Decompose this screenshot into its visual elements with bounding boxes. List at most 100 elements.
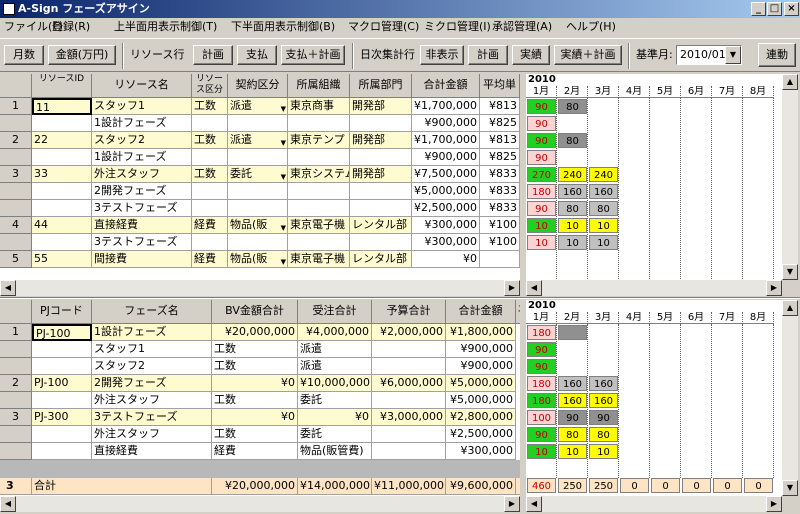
table-cell[interactable]: 直接経費 (92, 217, 192, 234)
table-cell[interactable] (228, 234, 288, 251)
table-cell[interactable] (288, 234, 350, 251)
table-cell[interactable]: 東京商事 (288, 98, 350, 115)
chevron-down-icon[interactable]: ▼ (281, 254, 286, 267)
table-cell[interactable]: 間接費 (92, 251, 192, 268)
lower-left-hscrollbar[interactable]: ◀ ▶ (0, 496, 520, 512)
month-header[interactable]: 5月 (650, 86, 681, 98)
calendar-cell[interactable]: 10 (558, 218, 587, 233)
table-cell[interactable]: 1設計フェーズ (92, 324, 212, 341)
row-header[interactable]: 4 (0, 217, 32, 234)
calendar-cell[interactable]: 90 (589, 410, 618, 425)
table-cell[interactable]: ¥900,000 (412, 115, 480, 132)
month-header[interactable]: 1月 (526, 312, 557, 324)
table-cell[interactable]: 直接経費 (92, 443, 212, 460)
row-header[interactable] (0, 200, 32, 217)
table-cell[interactable]: ¥900,000 (446, 341, 516, 358)
table-cell[interactable]: ¥825 (480, 149, 520, 166)
plan-button[interactable]: 計画 (193, 45, 233, 65)
table-cell[interactable] (350, 115, 412, 132)
table-cell[interactable]: PJ-300 (32, 409, 92, 426)
amount-button[interactable]: 金額(万円) (48, 45, 116, 65)
month-header[interactable]: 7月 (712, 86, 743, 98)
table-cell[interactable] (32, 358, 92, 375)
table-cell[interactable] (32, 149, 92, 166)
row-header[interactable] (0, 183, 32, 200)
table-cell[interactable]: ¥5,000,000 (446, 392, 516, 409)
table-cell[interactable] (480, 251, 520, 268)
calendar-cell[interactable]: 240 (589, 167, 618, 182)
month-header[interactable]: 6月 (681, 86, 712, 98)
chevron-down-icon[interactable]: ▼ (281, 101, 286, 114)
menu-item-4[interactable]: マクロ管理(C) (348, 18, 419, 36)
table-cell[interactable]: 33 (32, 166, 92, 183)
table-cell[interactable] (350, 234, 412, 251)
table-cell[interactable]: 外注スタッフ (92, 426, 212, 443)
table-cell[interactable]: 委託 ▼ (228, 166, 288, 183)
table-cell[interactable]: 物品(販 ▼ (228, 251, 288, 268)
calendar-cell[interactable]: 180 (527, 184, 556, 199)
lower-right-hscrollbar[interactable]: ◀ ▶ (526, 496, 782, 512)
column-header[interactable]: 所属部門 (350, 74, 412, 98)
table-cell[interactable]: ¥900,000 (412, 149, 480, 166)
table-cell[interactable] (32, 234, 92, 251)
row-header[interactable] (0, 443, 32, 460)
lower-vertical-scrollbar[interactable]: ▲ ▼ (782, 300, 798, 496)
table-cell[interactable] (32, 200, 92, 217)
table-cell[interactable]: 1設計フェーズ (92, 149, 192, 166)
actual-plan-button[interactable]: 実績＋計画 (554, 45, 622, 65)
table-cell[interactable]: スタッフ1 (92, 98, 192, 115)
table-cell[interactable] (372, 358, 446, 375)
calendar-cell[interactable]: 90 (527, 359, 556, 374)
table-cell[interactable] (228, 200, 288, 217)
row-header[interactable]: 3 (0, 166, 32, 183)
table-cell[interactable]: 外注スタッフ (92, 392, 212, 409)
calendar-cell[interactable]: 10 (558, 444, 587, 459)
column-header[interactable]: 平 (516, 300, 520, 324)
calendar-cell[interactable]: 160 (558, 184, 587, 199)
table-cell[interactable]: レンタル部 (350, 217, 412, 234)
column-header[interactable]: 平均単 (480, 74, 520, 98)
month-header[interactable]: 1月 (526, 86, 557, 98)
table-cell[interactable] (192, 115, 228, 132)
table-cell[interactable]: 3テストフェーズ (92, 409, 212, 426)
table-cell[interactable]: 11 (32, 98, 92, 115)
calendar-cell[interactable]: 80 (558, 201, 587, 216)
month-header[interactable]: 6月 (681, 312, 712, 324)
table-cell[interactable]: ¥813 (480, 98, 520, 115)
table-cell[interactable]: 開発部 (350, 166, 412, 183)
table-cell[interactable]: 東京電子機 (288, 251, 350, 268)
table-cell[interactable]: ¥5,000,000 (412, 183, 480, 200)
table-cell[interactable]: 委託 (298, 392, 372, 409)
actual-button[interactable]: 実績 (512, 45, 550, 65)
row-header[interactable]: 5 (0, 251, 32, 268)
calendar-cell[interactable]: 10 (589, 444, 618, 459)
table-cell[interactable] (32, 183, 92, 200)
menu-item-7[interactable]: ヘルプ(H) (566, 18, 616, 36)
table-cell[interactable]: ¥833 (480, 183, 520, 200)
table-cell[interactable]: PJ-100 (32, 375, 92, 392)
table-cell[interactable] (32, 392, 92, 409)
column-header[interactable]: フェーズ名 (92, 300, 212, 324)
table-cell[interactable] (228, 115, 288, 132)
column-header[interactable]: 合計金額 (446, 300, 516, 324)
table-cell[interactable] (350, 200, 412, 217)
menu-item-1[interactable]: 登録(R) (52, 18, 90, 36)
calendar-cell[interactable]: 180 (527, 393, 556, 408)
table-cell[interactable]: 経費 (192, 217, 228, 234)
chevron-down-icon[interactable]: ▼ (281, 220, 286, 233)
table-cell[interactable] (192, 183, 228, 200)
calendar-cell[interactable]: 90 (527, 116, 556, 131)
table-cell[interactable]: ¥10,000,000 (298, 375, 372, 392)
month-header[interactable]: 3月 (588, 86, 619, 98)
calendar-cell[interactable]: 160 (558, 393, 587, 408)
table-cell[interactable] (372, 426, 446, 443)
calendar-cell[interactable]: 90 (527, 99, 556, 114)
table-cell[interactable]: 経費 (212, 443, 298, 460)
column-header[interactable]: 受注合計 (298, 300, 372, 324)
table-cell[interactable]: ¥2,800,000 (446, 409, 516, 426)
table-cell[interactable]: ¥833 (480, 200, 520, 217)
month-header[interactable]: 7月 (712, 312, 743, 324)
calendar-cell[interactable]: 160 (589, 376, 618, 391)
calendar-cell[interactable]: 10 (589, 218, 618, 233)
calendar-cell[interactable]: 160 (589, 184, 618, 199)
